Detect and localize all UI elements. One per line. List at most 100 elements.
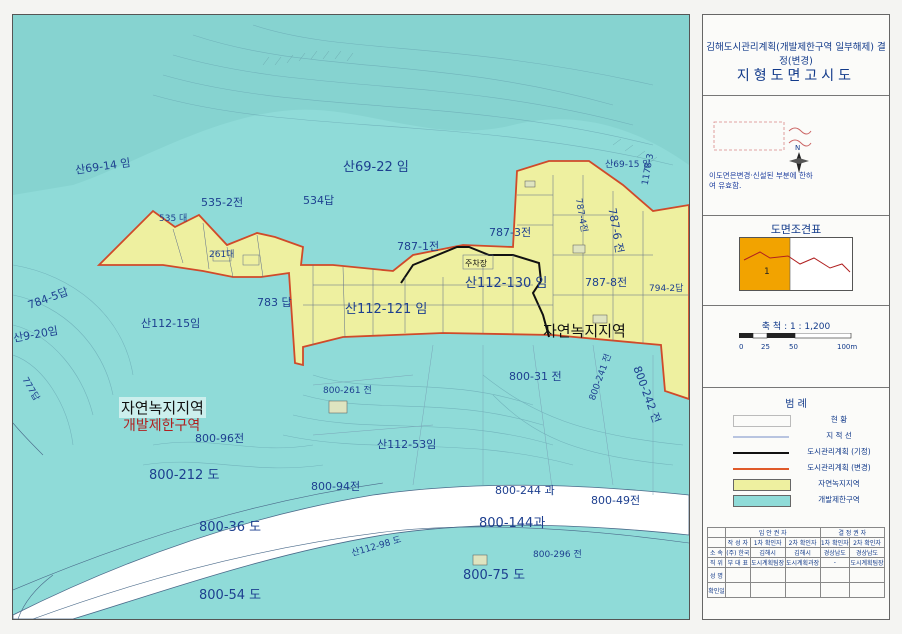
table-cell: 소 속 xyxy=(707,547,726,558)
parcel-label: 800-212 도 xyxy=(149,468,220,483)
table-header: 결 정 권 자 xyxy=(819,527,886,538)
table-cell: 확인일 xyxy=(707,582,726,598)
zone-label-natural-green-right: 자연녹지지역 xyxy=(543,322,626,340)
parcel-label: 261대 xyxy=(209,250,235,260)
parcel-label: 800-244 과 xyxy=(495,484,555,497)
table-cell xyxy=(819,567,851,583)
parcel-label: 800-49전 xyxy=(591,494,641,507)
approval-table: 입 안 권 자결 정 권 자작 성 자 1차 확인자 2차 확인자 1차 확인자 2차 … xyxy=(707,527,886,613)
table-cell: 김해시 xyxy=(784,547,821,558)
table-cell: 경상남도 xyxy=(849,547,885,558)
parcel-label: 800-261 전 xyxy=(323,386,372,396)
table-header: 1차 확인자 xyxy=(749,537,786,548)
table-cell: - xyxy=(819,557,851,568)
legend-row: 현 황 xyxy=(733,413,889,427)
table-cell: (주) 한국 xyxy=(724,547,751,558)
divider xyxy=(703,95,889,96)
table-header: 입 안 권 자 xyxy=(724,527,821,538)
table-cell xyxy=(707,537,726,548)
legend-row: 자연녹지지역 xyxy=(733,477,889,491)
parcel-label: 787-8전 xyxy=(585,276,628,289)
parcel-label: 산112-15임 xyxy=(141,317,201,330)
validity-note: 이도면은변경·신설된 부분에 한하여 유효함. xyxy=(709,171,813,191)
parcel-label: 787-1전 xyxy=(397,240,440,253)
table-header: 2차 확인자 xyxy=(849,537,885,548)
parcel-label: 800-54 도 xyxy=(199,588,262,603)
legend-swatch xyxy=(733,436,789,438)
table-row: 직 위부 대 표 도시계획팀장 도시계획과장 - 도시계획팀장 xyxy=(707,557,885,568)
table-cell: 부 대 표 xyxy=(724,557,751,568)
legend-label: 도시관리계획 (변경) xyxy=(807,463,871,472)
table-header: 작 성 자 xyxy=(724,537,751,548)
table-cell xyxy=(749,582,786,598)
table-cell: 도시계획팀장 xyxy=(849,557,885,568)
parcel-label: 산112-53임 xyxy=(377,438,437,451)
zone-label-restricted-development: 개발제한구역 xyxy=(123,418,201,434)
table-cell: 경상남도 xyxy=(819,547,851,558)
table-cell: 김해시 xyxy=(749,547,786,558)
legend-row: 도시관리계획 (변경) xyxy=(733,461,889,475)
svg-text:N: N xyxy=(795,144,800,152)
parcel-label: 산69-15 임 xyxy=(605,160,651,170)
table-cell xyxy=(784,582,821,598)
table-cell xyxy=(784,567,821,583)
topographic-map[interactable]: 산69-14 임 535-2전 534답 산69-22 임 535 대 261대… xyxy=(12,14,690,620)
title-panel: 김해도시관리계획(개발제한구역 일부해제) 결정(변경) 지형도면고시도 N 이… xyxy=(702,14,890,620)
legend-swatch xyxy=(733,479,791,491)
table-row: 확인일 xyxy=(707,582,885,598)
parcel-label: 800-75 도 xyxy=(463,568,526,583)
parcel-label: 794-2답 xyxy=(649,284,684,294)
legend-swatch xyxy=(733,468,789,470)
table-cell xyxy=(707,527,726,538)
table-cell xyxy=(849,567,885,583)
parcel-label: 800-296 전 xyxy=(533,550,582,560)
map-drawing xyxy=(13,15,689,619)
parcel-label: 787-3전 xyxy=(489,226,532,239)
divider xyxy=(703,305,889,306)
parcel-label: 535-2전 xyxy=(201,196,244,209)
table-header: 2차 확인자 xyxy=(784,537,821,548)
table-cell xyxy=(849,582,885,598)
plan-title: 김해도시관리계획(개발제한구역 일부해제) 결정(변경) xyxy=(706,42,886,67)
parcel-label: 800-36 도 xyxy=(199,520,262,535)
index-sheet-number: 1 xyxy=(764,267,770,277)
parcel-label: 800-96전 xyxy=(195,432,245,445)
parcel-label: 783 답 xyxy=(257,296,292,309)
parcel-label: 535 대 xyxy=(159,214,188,224)
parcel-label: 800-94전 xyxy=(311,480,361,493)
scale-tick: 100m xyxy=(837,343,857,351)
scale-bar: 0 25 50 100m xyxy=(739,332,859,359)
parcel-label: 산112-121 임 xyxy=(345,302,428,317)
parcel-label: 534답 xyxy=(303,194,335,207)
legend-row: 지 적 선 xyxy=(733,429,889,443)
table-cell: 도시계획팀장 xyxy=(749,557,786,568)
legend-row: 개발제한구역 xyxy=(733,493,889,507)
index-map: 1 xyxy=(739,237,853,291)
parcel-label: 800-31 전 xyxy=(509,370,562,383)
divider xyxy=(703,387,889,388)
divider xyxy=(703,215,889,216)
table-cell xyxy=(749,567,786,583)
legend-swatch xyxy=(733,495,791,507)
parcel-label: 산112-130 임 xyxy=(465,276,548,291)
map-sheet: 산69-14 임 535-2전 534답 산69-22 임 535 대 261대… xyxy=(0,0,902,634)
legend-title: 범 례 xyxy=(785,399,807,410)
table-row: 소 속 (주) 한국 김해시 김해시 경상남도 경상남도 xyxy=(707,547,885,558)
plan-subtitle: 지형도면고시도 xyxy=(736,68,856,84)
table-header: 1차 확인자 xyxy=(819,537,851,548)
legend-label: 현 황 xyxy=(830,415,848,424)
scale-tick: 50 xyxy=(789,343,798,351)
parcel-label: 산69-22 임 xyxy=(343,160,409,175)
table-cell xyxy=(724,582,751,598)
table-cell: 성 명 xyxy=(707,567,726,583)
scale-tick: 0 xyxy=(739,343,743,351)
legend-label: 지 적 선 xyxy=(826,431,852,440)
parcel-label: 800-144과 xyxy=(479,516,546,531)
legend-label: 개발제한구역 xyxy=(818,495,860,504)
index-map-title: 도면조견표 xyxy=(770,223,822,236)
table-cell xyxy=(819,582,851,598)
table-cell: 도시계획과장 xyxy=(784,557,821,568)
legend-swatch xyxy=(733,452,789,454)
table-cell xyxy=(724,567,751,583)
scale-tick: 25 xyxy=(761,343,770,351)
